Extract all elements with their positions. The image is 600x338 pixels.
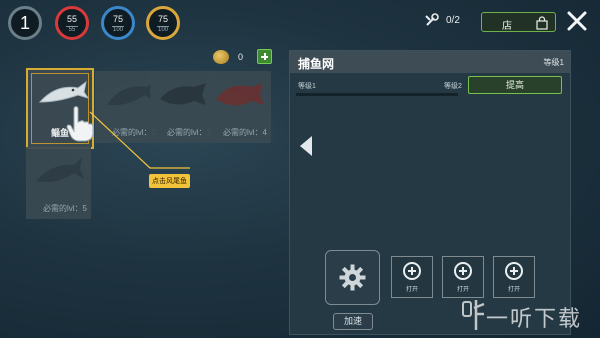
- health-gauge: 55 55: [55, 6, 89, 40]
- coin-icon: [213, 50, 229, 64]
- wrench-key-icon[interactable]: [424, 12, 440, 28]
- coin-value: 0: [238, 52, 244, 62]
- gear-icon: [339, 264, 366, 291]
- panel-title: 捕鱼网: [298, 57, 335, 71]
- player-level-gauge: 1: [8, 6, 42, 40]
- hand-pointer-icon: [66, 106, 94, 142]
- current-level-label: 等级1: [298, 83, 316, 90]
- prev-arrow-icon[interactable]: [300, 136, 312, 156]
- locked-fish-icon: [160, 83, 206, 105]
- energy-gauge: 75 100: [101, 6, 135, 40]
- panel-level: 等级1: [543, 58, 564, 67]
- locked-fish-icon: [36, 157, 84, 182]
- open-slot-3[interactable]: 打开: [493, 256, 535, 298]
- open-slot-label: 打开: [405, 287, 418, 293]
- energy-max: 100: [112, 27, 123, 33]
- panel-header: 捕鱼网 等级1: [290, 51, 570, 73]
- fish-required-level: 必需的lvl：3: [166, 128, 211, 137]
- health-max: 55: [68, 27, 76, 33]
- close-icon[interactable]: [566, 10, 588, 32]
- level-progress-bar: [296, 93, 458, 96]
- fish-required-level: 必需的lvl：2: [111, 128, 156, 137]
- open-slot-2[interactable]: 打开: [442, 256, 484, 298]
- shop-button[interactable]: 店: [481, 12, 556, 32]
- stamina-max: 100: [157, 27, 168, 33]
- stamina-gauge: 75 100: [146, 6, 180, 40]
- fish-slot-5[interactable]: 必需的lvl：5: [26, 147, 91, 219]
- player-level-value: 1: [19, 13, 30, 33]
- tap-hint-tooltip: 点击风尾鱼: [149, 174, 190, 188]
- add-coins-button[interactable]: [257, 49, 272, 64]
- locked-fish-icon: [216, 83, 264, 106]
- energy-value: 75: [112, 14, 123, 24]
- locked-fish-icon: [107, 81, 153, 106]
- level-row: 等级1 等级2 提高: [290, 73, 570, 99]
- speed-up-button[interactable]: 加速: [333, 313, 373, 330]
- shop-bag-icon: [536, 16, 548, 30]
- gear-button[interactable]: [325, 250, 380, 305]
- fish-required-level: 必需的lvl：4: [222, 128, 267, 137]
- open-slot-1[interactable]: 打开: [391, 256, 433, 298]
- fish-required-level: 必需的lvl：5: [42, 204, 87, 213]
- next-level-label: 等级2: [444, 83, 462, 90]
- open-slot-label: 打开: [507, 287, 520, 293]
- shop-label: 店: [502, 21, 512, 32]
- upgrade-button[interactable]: 提高: [468, 76, 562, 94]
- fishing-net-panel: 捕鱼网 等级1 等级1 等级2 提高 加速 打开 打开 打开: [289, 50, 571, 335]
- plus-icon: [454, 262, 472, 280]
- stamina-value: 75: [157, 14, 168, 24]
- plus-icon: [505, 262, 523, 280]
- tool-count: 0/2: [446, 15, 460, 26]
- watermark-text: 一听下载: [486, 306, 583, 331]
- fish-slot-4[interactable]: 必需的lvl：4: [206, 71, 271, 143]
- watermark-logo-icon: [462, 300, 485, 330]
- open-slot-label: 打开: [456, 287, 469, 293]
- plus-icon: [403, 262, 421, 280]
- health-value: 55: [66, 14, 77, 24]
